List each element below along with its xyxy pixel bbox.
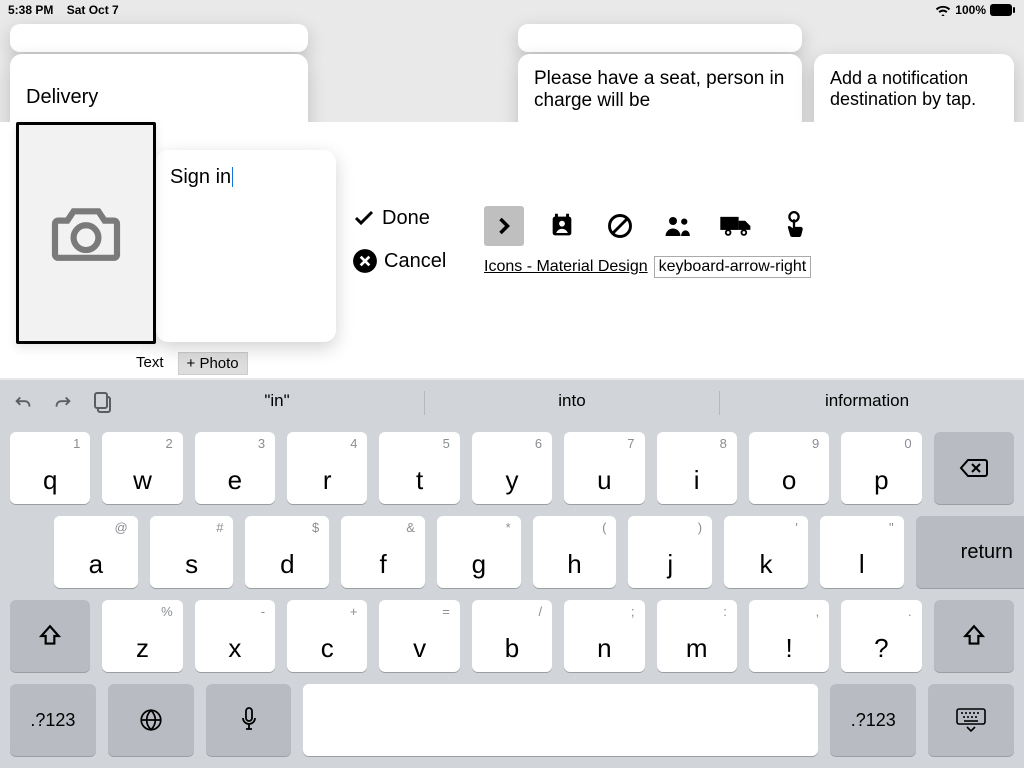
check-icon bbox=[352, 206, 376, 230]
camera-icon bbox=[47, 202, 125, 264]
key-f[interactable]: &f bbox=[341, 516, 425, 588]
key-q[interactable]: 1q bbox=[10, 432, 90, 504]
suggestion-3[interactable]: information bbox=[720, 391, 1014, 415]
key-p[interactable]: 0p bbox=[841, 432, 921, 504]
card-title: Delivery bbox=[26, 86, 292, 109]
tab-photo[interactable]: + Photo bbox=[178, 352, 248, 375]
key-mic[interactable] bbox=[206, 684, 292, 756]
key-b[interactable]: /b bbox=[472, 600, 552, 672]
icon-choice-truck[interactable] bbox=[716, 206, 756, 246]
icon-choice-arrow-right[interactable] bbox=[484, 206, 524, 246]
key-r[interactable]: 4r bbox=[287, 432, 367, 504]
key-m[interactable]: :m bbox=[657, 600, 737, 672]
key-a[interactable]: @a bbox=[54, 516, 138, 588]
key-return[interactable]: return bbox=[916, 516, 1024, 588]
status-bar: 5:38 PM Sat Oct 7 100% bbox=[0, 0, 1024, 20]
key-n[interactable]: ;n bbox=[564, 600, 644, 672]
cancel-button[interactable]: Cancel bbox=[352, 248, 446, 274]
status-time: 5:38 PM bbox=[8, 3, 53, 17]
key-space[interactable] bbox=[303, 684, 818, 756]
icon-choice-block[interactable] bbox=[600, 206, 640, 246]
key-z[interactable]: %z bbox=[102, 600, 182, 672]
photo-placeholder[interactable] bbox=[16, 122, 156, 344]
key-backspace[interactable] bbox=[934, 432, 1014, 504]
clipboard-button[interactable] bbox=[90, 390, 116, 416]
text-cursor bbox=[232, 167, 233, 187]
redo-button[interactable] bbox=[50, 390, 76, 416]
status-date: Sat Oct 7 bbox=[67, 3, 119, 17]
key-t[interactable]: 5t bbox=[379, 432, 459, 504]
onscreen-keyboard: "in" into information 1q2w3e4r5t6y7u8i9o… bbox=[0, 380, 1024, 768]
key-k[interactable]: 'k bbox=[724, 516, 808, 588]
key-w[interactable]: 2w bbox=[102, 432, 182, 504]
wifi-icon bbox=[935, 4, 951, 16]
key-o[interactable]: 9o bbox=[749, 432, 829, 504]
icon-name-display: keyboard-arrow-right bbox=[654, 256, 812, 278]
tab-text[interactable]: Text bbox=[128, 352, 172, 375]
text-input-card[interactable]: Sign in bbox=[156, 150, 336, 342]
key-x[interactable]: -x bbox=[195, 600, 275, 672]
key-?[interactable]: .? bbox=[841, 600, 921, 672]
icon-choice-group[interactable] bbox=[658, 206, 698, 246]
key-numeric-right[interactable]: .?123 bbox=[830, 684, 916, 756]
key-d[interactable]: $d bbox=[245, 516, 329, 588]
key-u[interactable]: 7u bbox=[564, 432, 644, 504]
undo-button[interactable] bbox=[10, 390, 36, 416]
key-g[interactable]: *g bbox=[437, 516, 521, 588]
key-e[interactable]: 3e bbox=[195, 432, 275, 504]
key-h[interactable]: (h bbox=[533, 516, 617, 588]
key-numeric-left[interactable]: .?123 bbox=[10, 684, 96, 756]
icon-choice-touch[interactable] bbox=[774, 206, 814, 246]
key-i[interactable]: 8i bbox=[657, 432, 737, 504]
text-input-value: Sign in bbox=[170, 166, 231, 188]
icons-link[interactable]: Icons - Material Design bbox=[484, 258, 648, 276]
key-shift-left[interactable] bbox=[10, 600, 90, 672]
suggestion-2[interactable]: into bbox=[425, 391, 719, 415]
key-dismiss-keyboard[interactable] bbox=[928, 684, 1014, 756]
key-![interactable]: ,! bbox=[749, 600, 829, 672]
icon-picker: Icons - Material Design keyboard-arrow-r… bbox=[484, 206, 814, 278]
card-text: Add a notification destination by tap. bbox=[830, 68, 998, 110]
bg-card bbox=[10, 24, 308, 52]
key-j[interactable]: )j bbox=[628, 516, 712, 588]
bg-card bbox=[518, 24, 802, 52]
key-l[interactable]: "l bbox=[820, 516, 904, 588]
key-y[interactable]: 6y bbox=[472, 432, 552, 504]
key-globe[interactable] bbox=[108, 684, 194, 756]
icon-choice-contact[interactable] bbox=[542, 206, 582, 246]
key-shift-right[interactable] bbox=[934, 600, 1014, 672]
key-v[interactable]: =v bbox=[379, 600, 459, 672]
card-text: Please have a seat, person in charge wil… bbox=[534, 68, 786, 112]
cancel-label: Cancel bbox=[384, 250, 446, 273]
key-c[interactable]: +c bbox=[287, 600, 367, 672]
battery-percent: 100% bbox=[955, 3, 986, 17]
battery-icon bbox=[990, 4, 1016, 16]
close-circle-icon bbox=[352, 248, 378, 274]
done-button[interactable]: Done bbox=[352, 206, 446, 230]
done-label: Done bbox=[382, 207, 430, 230]
suggestion-1[interactable]: "in" bbox=[130, 391, 424, 415]
key-s[interactable]: #s bbox=[150, 516, 234, 588]
